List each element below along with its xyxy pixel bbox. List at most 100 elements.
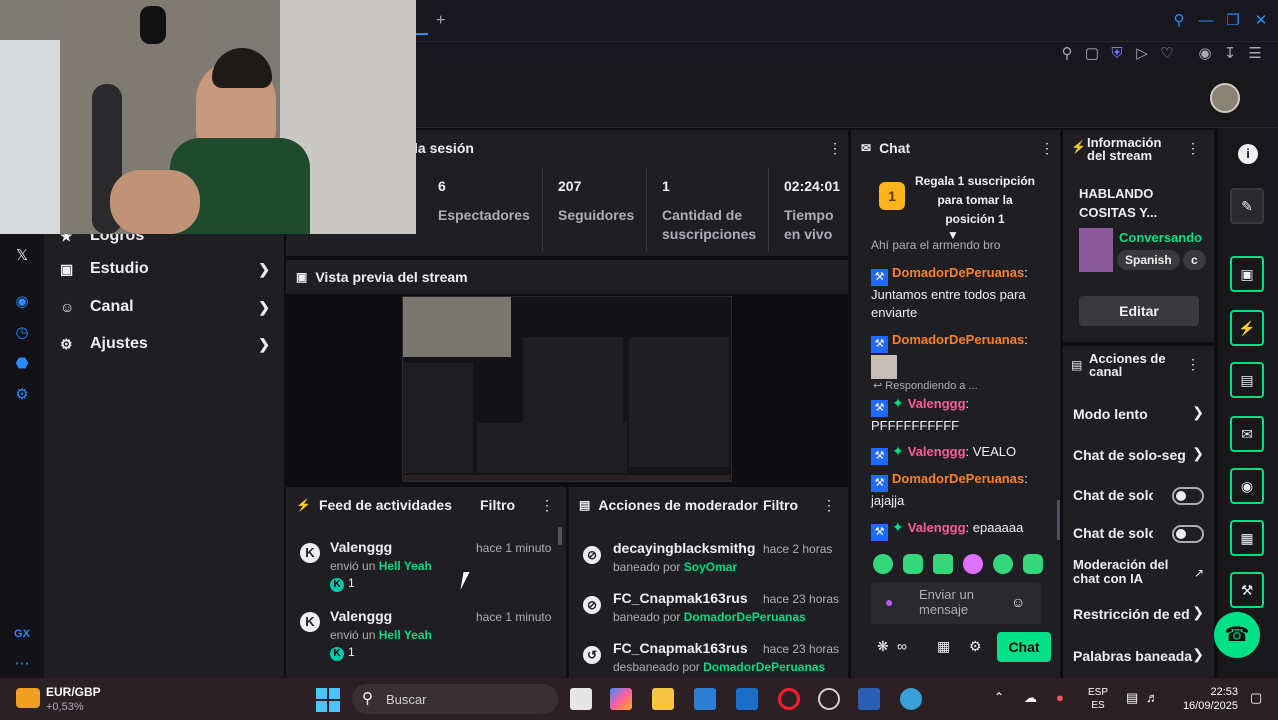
play-icon[interactable]: ▷ — [1133, 45, 1151, 63]
chevron-right-icon[interactable]: ❯ — [1192, 404, 1204, 421]
network-icon[interactable]: ▤ — [1126, 690, 1138, 706]
store-icon[interactable] — [694, 688, 716, 710]
volume-icon[interactable]: ♬ — [1146, 690, 1159, 705]
kebab-icon[interactable]: ⋮ — [822, 497, 836, 514]
snapshot-icon[interactable]: ▢ — [1083, 45, 1101, 63]
cloud-icon[interactable]: ☁ — [1024, 690, 1037, 706]
wallet-icon[interactable]: ◉ — [1196, 45, 1214, 63]
feed-title: Feed de actividades — [318, 497, 453, 513]
infinity-icon[interactable]: ∞ — [897, 638, 907, 654]
chevron-right-icon[interactable]: ❯ — [1192, 604, 1204, 621]
app-icon[interactable] — [818, 688, 840, 710]
more-icon[interactable]: ⋯ — [12, 654, 32, 674]
action-ai-moderation[interactable]: Moderación del chat con IA — [1073, 558, 1183, 586]
restore-icon[interactable]: ❐ — [1224, 12, 1242, 30]
clock[interactable]: 22:53 16/09/2025 — [1178, 685, 1238, 713]
chat-input[interactable]: ● Enviar un mensaje ☺ — [871, 582, 1041, 624]
emote-icon[interactable] — [933, 554, 953, 574]
microphone-icon[interactable]: ● — [1056, 690, 1064, 705]
outlook-icon[interactable] — [736, 688, 758, 710]
shield-icon[interactable]: ⛨ — [1108, 45, 1126, 63]
store-icon[interactable]: ▦ — [937, 638, 950, 655]
chevron-right-icon[interactable]: ❯ — [1192, 646, 1204, 663]
stream-preview-video[interactable] — [402, 296, 732, 482]
action-slow-mode[interactable]: Modo lento — [1073, 406, 1205, 422]
gear-icon[interactable]: ⚙ — [969, 638, 982, 655]
file-explorer-icon[interactable] — [652, 688, 674, 710]
copilot-icon[interactable] — [610, 688, 632, 710]
player-icon[interactable]: ◉ — [12, 292, 32, 312]
toggle-switch[interactable] — [1172, 487, 1204, 505]
heart-icon[interactable]: ♡ — [1158, 45, 1176, 63]
nav-item-ajustes[interactable]: ⚙ Ajustes ❯ — [60, 332, 270, 356]
emote-icon[interactable] — [873, 554, 893, 574]
moderator-filter-button[interactable]: Filtro — [763, 497, 798, 513]
app-icon[interactable] — [858, 688, 880, 710]
wrench-icon[interactable]: ⚒ — [1230, 572, 1264, 608]
history-icon[interactable]: ◷ — [12, 323, 32, 343]
chat-send-button[interactable]: Chat — [997, 632, 1051, 662]
feed-filter-button[interactable]: Filtro — [480, 497, 515, 513]
action-followers-only[interactable]: Chat de solo-seg — [1073, 447, 1205, 463]
tag-pill[interactable]: Spanish — [1117, 250, 1180, 270]
stocks-icon[interactable] — [16, 688, 40, 708]
chevron-right-icon[interactable]: ❯ — [1192, 445, 1204, 462]
edit-pencil-icon[interactable]: ✎ — [1230, 188, 1264, 224]
scrollbar[interactable] — [558, 527, 562, 545]
category-link[interactable]: Conversando — [1119, 230, 1202, 245]
gx-logo[interactable]: GX — [12, 624, 32, 644]
external-link-icon[interactable]: ↗ — [1194, 566, 1204, 580]
search-icon[interactable]: ⚲ — [1170, 12, 1188, 30]
clip-icon[interactable]: ▣ — [1230, 256, 1264, 292]
extensions-icon[interactable]: ⬣ — [12, 354, 32, 374]
pin-icon[interactable]: ⚲ — [1058, 45, 1076, 63]
notification-icon[interactable]: ▢ — [1250, 690, 1262, 706]
chevron-up-icon[interactable]: ⌃ — [994, 690, 1004, 704]
chat-icon[interactable]: ✉ — [1230, 416, 1264, 452]
emote-icon[interactable] — [903, 554, 923, 574]
app-icon[interactable] — [900, 688, 922, 710]
task-view-icon[interactable] — [570, 688, 592, 710]
emote-icon[interactable] — [963, 554, 983, 574]
x-icon[interactable]: 𝕏 — [12, 246, 32, 266]
notes-icon[interactable]: ▤ — [1230, 362, 1264, 398]
kebab-icon[interactable]: ⋮ — [540, 497, 554, 514]
edit-button[interactable]: Editar — [1079, 296, 1199, 326]
action-chat-only[interactable]: Chat de solo... — [1073, 525, 1153, 541]
toggle-switch[interactable] — [1172, 525, 1204, 543]
layout-icon[interactable]: ▦ — [1230, 520, 1264, 556]
minimize-icon[interactable]: — — [1197, 12, 1215, 30]
action-restriction[interactable]: Restricción de ed — [1073, 606, 1205, 622]
nav-item-estudio[interactable]: ▣ Estudio ❯ — [60, 257, 270, 281]
emote-icon[interactable] — [993, 554, 1013, 574]
headset-icon[interactable]: ☎ — [1214, 612, 1260, 658]
language-indicator[interactable]: ESP ES — [1088, 686, 1108, 712]
nav-item-canal[interactable]: ☺ Canal ❯ — [60, 295, 270, 319]
microphone-icon[interactable]: ● — [885, 594, 893, 610]
kebab-icon[interactable]: ⋮ — [1040, 140, 1054, 157]
opera-gx-icon[interactable] — [778, 688, 800, 710]
close-icon[interactable]: ✕ — [1252, 12, 1270, 30]
settings-icon[interactable]: ⚙ — [12, 385, 32, 405]
menu-icon[interactable]: ☰ — [1246, 45, 1264, 63]
download-icon[interactable]: ↧ — [1221, 45, 1239, 63]
kebab-icon[interactable]: ⋮ — [1186, 140, 1200, 157]
kebab-icon[interactable]: ⋮ — [1186, 356, 1200, 373]
action-chat-only[interactable]: Chat de solo... — [1073, 487, 1153, 503]
new-tab-button[interactable]: + — [436, 12, 445, 30]
windows-start-icon[interactable] — [316, 688, 340, 712]
scrollbar[interactable] — [1057, 500, 1060, 540]
emote-icon[interactable] — [1023, 554, 1043, 574]
info-icon[interactable]: i — [1238, 144, 1258, 164]
tag-pill[interactable]: c — [1183, 250, 1206, 270]
user-avatar[interactable] — [1210, 83, 1240, 113]
emoji-icon[interactable]: ☺ — [1011, 594, 1025, 610]
stock-pair[interactable]: EUR/GBP — [46, 685, 101, 699]
action-banned-words[interactable]: Palabras baneada — [1073, 648, 1205, 664]
broadcast-icon[interactable]: ◉ — [1230, 468, 1264, 504]
taskbar-search[interactable]: ⚲ Buscar — [352, 684, 558, 714]
lightning-icon[interactable]: ⚡ — [1230, 310, 1264, 346]
kebab-icon[interactable]: ⋮ — [828, 140, 842, 157]
gift-sub-banner[interactable]: Regala 1 suscripción para tomar la posic… — [911, 172, 1039, 229]
points-icon[interactable]: ❋ — [877, 638, 889, 655]
